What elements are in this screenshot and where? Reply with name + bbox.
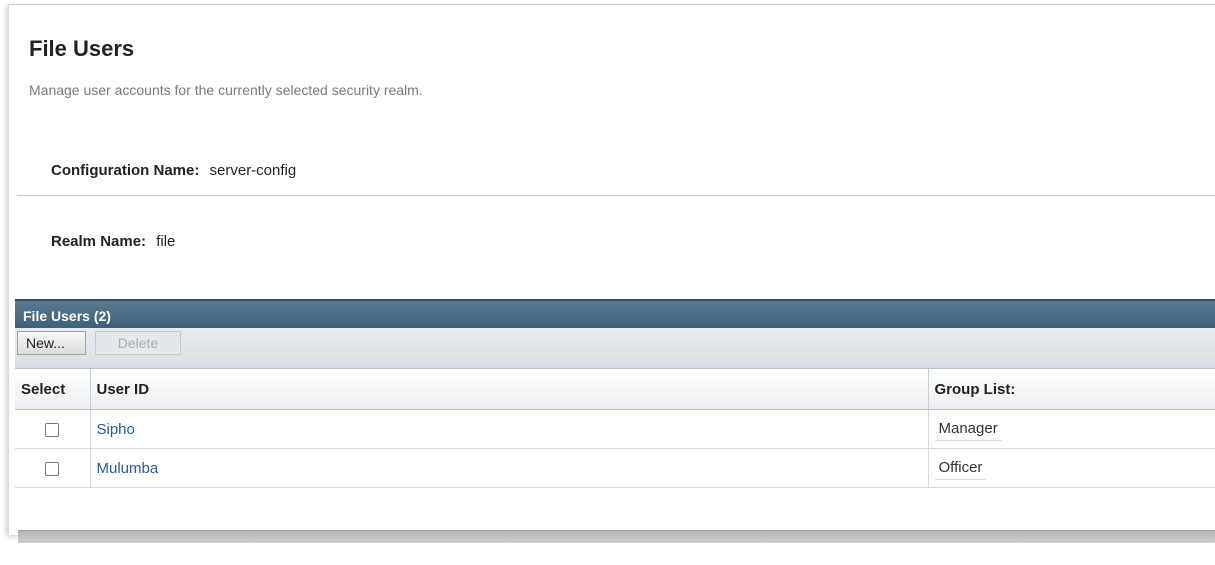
configuration-name-label: Configuration Name: (51, 162, 200, 179)
delete-button[interactable]: Delete (95, 331, 181, 355)
user-id-cell: Mulumba (90, 448, 929, 488)
table-title: File Users (2) (15, 299, 1215, 328)
page-title: File Users (29, 36, 135, 61)
file-users-page: File Users Manage user accounts for the … (8, 4, 1215, 535)
select-cell (15, 409, 91, 449)
select-cell (15, 448, 91, 488)
row-select-checkbox[interactable] (45, 422, 60, 437)
configuration-name-row: Configuration Name: server-config (51, 162, 296, 179)
group-list-value: Manager (934, 417, 1002, 441)
user-id-link[interactable]: Mulumba (97, 460, 159, 477)
horizontal-scrollbar[interactable] (18, 530, 1215, 543)
configuration-name-value: server-config (209, 162, 297, 179)
table-toolbar: New... Delete (15, 328, 1215, 369)
group-list-cell: Officer (928, 448, 1215, 488)
table-row: Mulumba Officer (15, 448, 1215, 488)
new-button[interactable]: New... (17, 331, 86, 355)
users-table: Select User ID Group List: Sipho Manager (15, 369, 1215, 488)
user-id-link[interactable]: Sipho (97, 421, 135, 438)
row-select-checkbox[interactable] (45, 461, 60, 476)
column-header-user-id[interactable]: User ID (90, 369, 929, 410)
user-id-cell: Sipho (90, 409, 929, 449)
divider (17, 195, 1215, 196)
column-header-group-list[interactable]: Group List: (928, 369, 1215, 410)
table-row: Sipho Manager (15, 409, 1215, 449)
realm-name-value: file (156, 233, 176, 250)
group-list-value: Officer (934, 456, 987, 480)
column-header-select[interactable]: Select (15, 369, 91, 410)
table-header-row: Select User ID Group List: (15, 369, 1215, 410)
group-list-cell: Manager (928, 409, 1215, 449)
realm-name-label: Realm Name: (51, 233, 147, 250)
realm-name-row: Realm Name: file (51, 233, 175, 250)
page-description: Manage user accounts for the currently s… (29, 82, 423, 98)
